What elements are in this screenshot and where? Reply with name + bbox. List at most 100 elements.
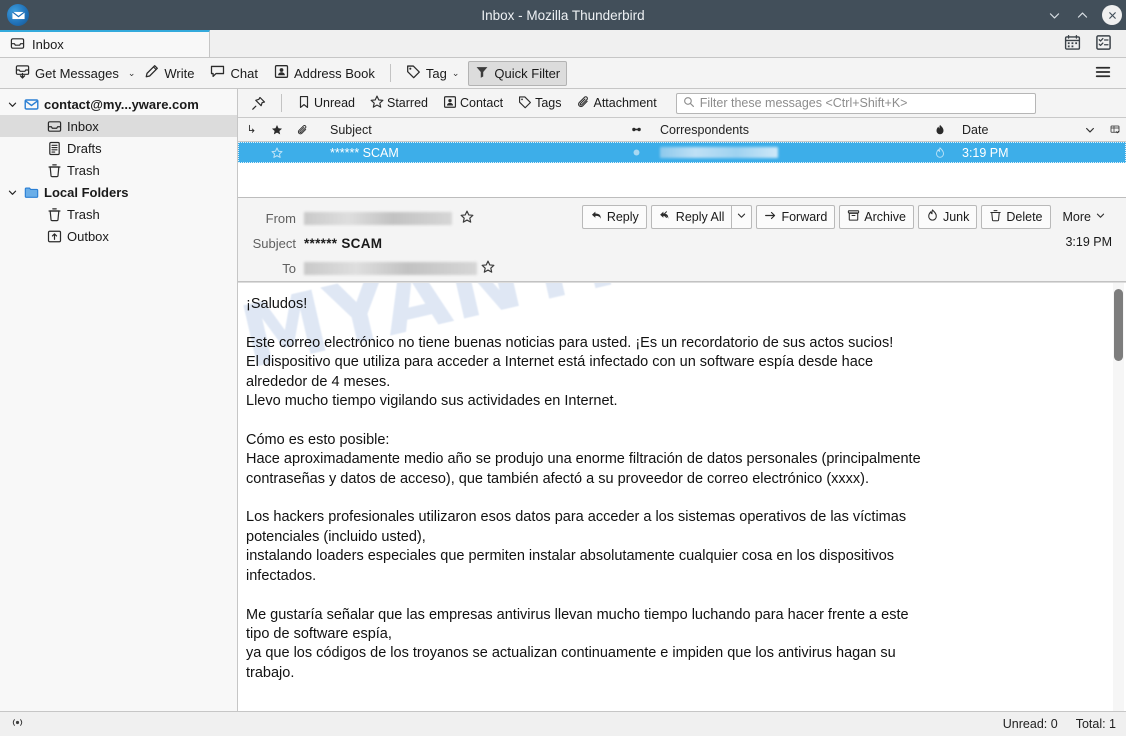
column-header-attachment[interactable] — [290, 118, 316, 141]
hamburger-menu-icon[interactable] — [1094, 63, 1118, 84]
junk-flame-icon — [926, 209, 939, 225]
filter-tags-button[interactable]: Tags — [512, 92, 567, 115]
chevron-down-icon[interactable] — [6, 186, 18, 198]
search-input[interactable]: Filter these messages <Ctrl+Shift+K> — [675, 92, 1036, 114]
sort-descending-icon[interactable] — [1076, 118, 1104, 141]
message-body-text: ¡Saludos! Este correo electrónico no tie… — [246, 296, 921, 681]
trash-icon — [46, 162, 62, 178]
to-row: To — [238, 256, 1114, 281]
row-star-toggle[interactable] — [264, 142, 290, 163]
scrollbar-thumb[interactable] — [1114, 289, 1123, 361]
status-total: Total: 1 — [1075, 717, 1116, 731]
main-content: contact@my...yware.com Inbox Drafts Tras… — [0, 89, 1126, 711]
sidebar-item-trash-local[interactable]: Trash — [0, 203, 237, 225]
sidebar-item-outbox[interactable]: Outbox — [0, 225, 237, 247]
column-header-subject-label: Subject — [330, 122, 372, 137]
address-book-icon — [274, 64, 289, 82]
sidebar-item-trash-account[interactable]: Trash — [0, 159, 237, 181]
chat-button[interactable]: Chat — [203, 60, 264, 86]
row-junk-toggle[interactable] — [924, 142, 956, 163]
calendar-icon[interactable] — [1064, 34, 1081, 54]
folder-pane[interactable]: contact@my...yware.com Inbox Drafts Tras… — [0, 89, 238, 711]
sidebar-item-local-folders-label: Local Folders — [44, 184, 129, 200]
search-icon — [683, 96, 695, 111]
quick-filter-label: Quick Filter — [494, 65, 561, 81]
to-star-icon[interactable] — [481, 260, 495, 277]
column-header-correspondents-label: Correspondents — [660, 122, 749, 137]
column-header-junk[interactable] — [924, 118, 956, 141]
filter-attachment-button[interactable]: Attachment — [571, 92, 663, 115]
tag-button[interactable]: Tag ⌄ — [399, 60, 467, 86]
from-star-icon[interactable] — [460, 210, 474, 227]
reply-all-button[interactable]: Reply All — [650, 205, 733, 229]
junk-button[interactable]: Junk — [917, 205, 978, 229]
subject-row: Subject ****** SCAM — [238, 231, 1114, 256]
chat-label: Chat — [230, 65, 258, 81]
forward-button[interactable]: Forward — [756, 205, 836, 229]
column-header-date[interactable]: Date — [956, 118, 1076, 141]
chevron-down-icon — [1095, 210, 1106, 224]
from-value-redacted — [304, 212, 452, 225]
filter-tags-label: Tags — [535, 96, 562, 110]
write-button[interactable]: Write — [137, 60, 201, 86]
get-messages-icon — [15, 64, 30, 82]
chat-bubble-icon — [210, 64, 225, 82]
row-read-status-icon[interactable] — [618, 142, 654, 163]
filter-unread-button[interactable]: Unread — [291, 92, 361, 115]
column-picker-icon[interactable] — [1104, 118, 1126, 141]
column-header-thread[interactable] — [238, 118, 264, 141]
minimize-button[interactable] — [1041, 2, 1067, 28]
sidebar-item-account-label: contact@my...yware.com — [44, 96, 199, 112]
pencil-icon — [144, 64, 159, 82]
reply-button[interactable]: Reply — [581, 205, 647, 229]
sidebar-item-inbox-label: Inbox — [67, 118, 99, 134]
sidebar-item-local-folders[interactable]: Local Folders — [0, 181, 237, 203]
more-label: More — [1062, 210, 1091, 224]
message-body-pane[interactable]: MYANTISPYWARE.COM ¡Saludos! Este correo … — [238, 282, 1126, 711]
table-row[interactable]: ****** SCAM 3:19 PM — [238, 142, 1126, 163]
archive-button[interactable]: Archive — [839, 205, 914, 229]
window-title: Inbox - Mozilla Thunderbird — [481, 7, 645, 23]
toolbar-separator — [389, 64, 391, 82]
filter-funnel-icon — [475, 65, 489, 82]
pin-filter-icon[interactable] — [245, 93, 272, 114]
star-icon — [370, 95, 384, 112]
message-list[interactable]: ****** SCAM 3:19 PM — [238, 142, 1126, 198]
message-actions: Reply Reply All Forward Archive Junk Del… — [578, 205, 1114, 229]
tab-inbox[interactable]: Inbox — [0, 30, 210, 57]
sidebar-item-inbox[interactable]: Inbox — [0, 115, 237, 137]
quick-filter-button[interactable]: Quick Filter — [468, 60, 568, 86]
maximize-button[interactable] — [1069, 2, 1095, 28]
mail-account-icon — [23, 96, 39, 112]
more-button[interactable]: More — [1055, 205, 1114, 229]
subject-value: ****** SCAM — [304, 236, 383, 251]
get-messages-button[interactable]: Get Messages — [8, 60, 126, 86]
sidebar-item-trash-local-label: Trash — [67, 206, 100, 222]
subject-label: Subject — [252, 236, 296, 251]
address-book-button[interactable]: Address Book — [267, 60, 382, 86]
get-messages-dropdown[interactable]: ⌄ — [128, 68, 136, 79]
sidebar-item-drafts[interactable]: Drafts — [0, 137, 237, 159]
tab-inbox-label: Inbox — [32, 37, 64, 52]
write-label: Write — [164, 65, 195, 81]
filter-attachment-label: Attachment — [593, 96, 657, 110]
filter-contact-button[interactable]: Contact — [437, 92, 509, 115]
tab-bar-tools — [1064, 30, 1126, 57]
reply-all-dropdown[interactable] — [732, 205, 753, 229]
column-header-star[interactable] — [264, 118, 290, 141]
sidebar-item-account[interactable]: contact@my...yware.com — [0, 93, 237, 115]
row-date: 3:19 PM — [962, 145, 1009, 160]
column-header-correspondents[interactable]: Correspondents — [654, 118, 924, 141]
tag-dropdown-icon[interactable]: ⌄ — [452, 68, 460, 79]
tasks-icon[interactable] — [1095, 34, 1112, 54]
filter-starred-button[interactable]: Starred — [364, 92, 434, 115]
trash-icon — [989, 209, 1002, 225]
chevron-down-icon[interactable] — [6, 98, 18, 110]
get-messages-label: Get Messages — [35, 65, 119, 81]
title-bar: Inbox - Mozilla Thunderbird — [0, 0, 1126, 30]
column-header-unread[interactable] — [618, 118, 654, 141]
column-header-subject[interactable]: Subject — [316, 118, 618, 141]
message-body-scrollbar[interactable] — [1113, 283, 1124, 711]
close-button[interactable] — [1102, 5, 1122, 25]
delete-button[interactable]: Delete — [981, 205, 1051, 229]
